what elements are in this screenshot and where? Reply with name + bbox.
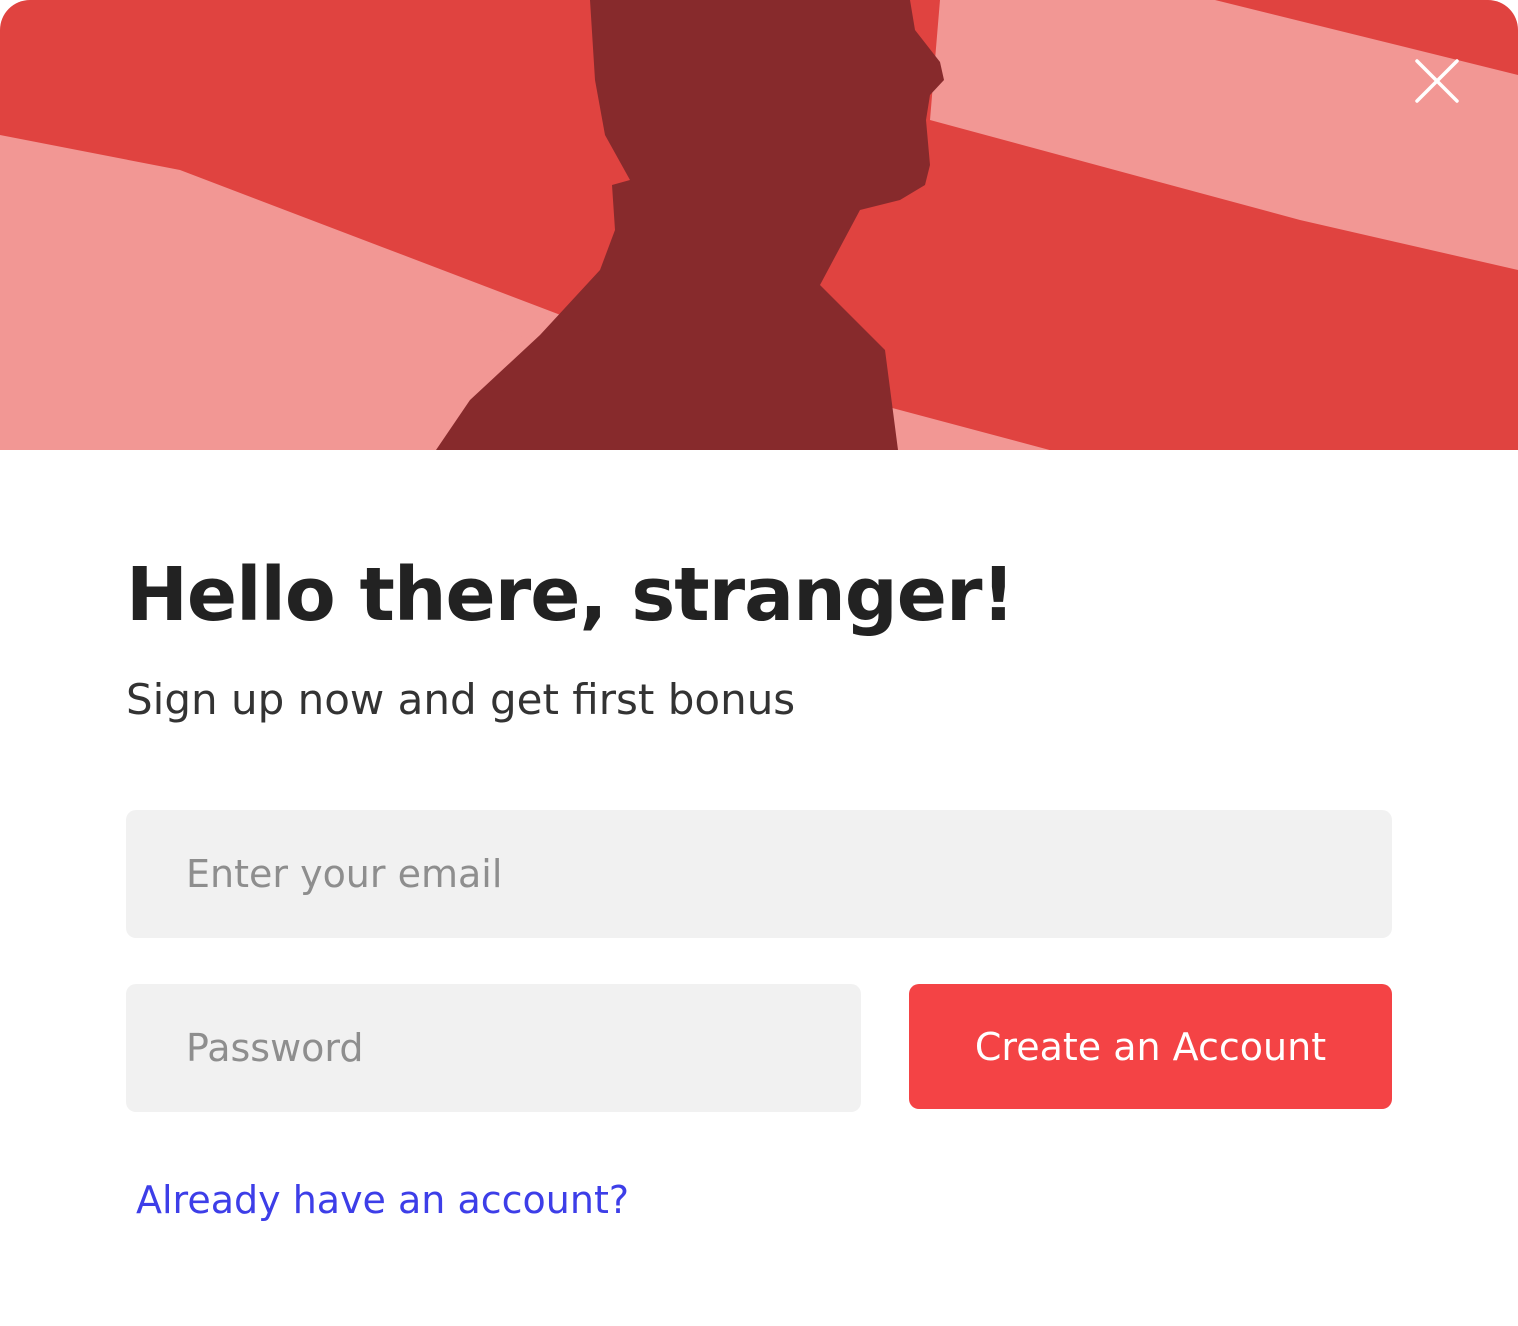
email-field[interactable] (126, 810, 1392, 938)
hero-illustration (0, 0, 1518, 450)
create-account-button[interactable]: Create an Account (909, 984, 1392, 1109)
signup-modal: Hello there, stranger! Sign up now and g… (0, 0, 1518, 1326)
login-link[interactable]: Already have an account? (136, 1174, 629, 1226)
headline: Hello there, stranger! (126, 552, 1015, 638)
close-icon (1415, 59, 1459, 103)
subline: Sign up now and get first bonus (126, 675, 796, 724)
hero-image (0, 0, 1518, 450)
close-button[interactable] (1414, 58, 1460, 104)
password-field[interactable] (126, 984, 861, 1112)
